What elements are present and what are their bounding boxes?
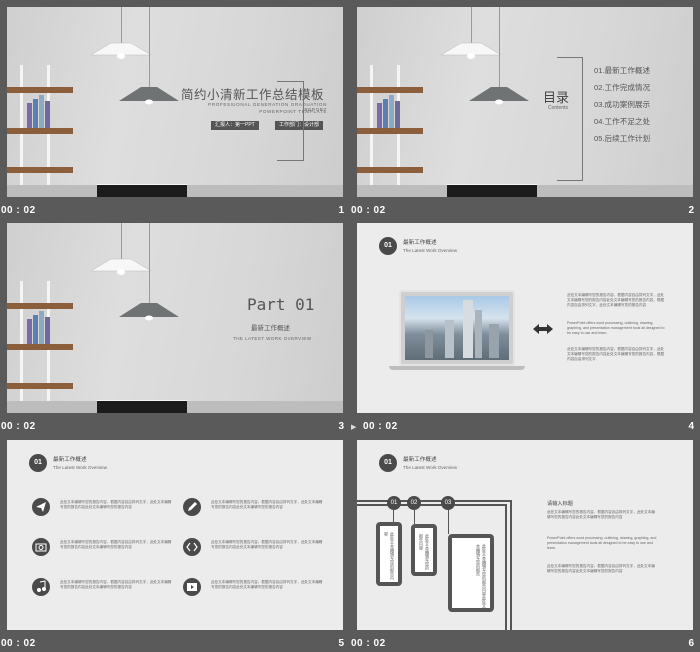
section-title: 最新工作概述: [53, 457, 87, 463]
body-paragraph-1: 此处文本编辑写您的报告内容，根据内容自由排列文字，此处文本编辑写您的报告内容此处…: [567, 293, 665, 308]
camera-icon: [32, 538, 50, 556]
music-note-icon: [32, 578, 50, 596]
section-subtitle: The Latest Work Overview: [403, 248, 458, 253]
feature-text-5: 此处文本编辑写您的报告内容，根据内容自由排列文字，此处文本编辑写您的报告内容此处…: [60, 580, 172, 590]
slide-timing: 00 : 02: [351, 205, 386, 216]
lamp-white-icon: [440, 42, 502, 59]
section-title: 最新工作概述: [403, 240, 437, 246]
reporter-tag: 汇报人：第一PPT: [211, 121, 259, 130]
feature-text-3: 此处文本编辑写您的报告内容，根据内容自由排列文字，此处文本编辑写您的报告内容此处…: [60, 540, 172, 550]
slide-timing: 00 : 02: [1, 205, 36, 216]
slide-1-footer: 00 : 02 1: [1, 205, 344, 219]
toc-bracket: [557, 57, 583, 181]
lamp-grey-icon: [469, 87, 529, 105]
slide-4-canvas: 01 最新工作概述 The Latest Work Overview 此处文本编…: [357, 223, 693, 413]
section-subtitle: The Latest Work Overview: [53, 465, 108, 470]
timeline-line: [357, 500, 511, 502]
phone-card-3-text: 此处文本编辑写您的报告内容此处文本编辑写您的报告: [476, 544, 487, 608]
slide-5-footer: 00 : 02 5: [1, 638, 344, 652]
slide-timing: 00 : 02: [1, 638, 36, 649]
double-arrow-icon: [533, 324, 553, 334]
city-photo: [405, 296, 509, 360]
side-paragraph-1: 此处文本编辑写您的报告内容，根据内容自由排列文字，此处文本编辑写您的报告内容此处…: [547, 510, 655, 520]
part-en: THE LATEST WORK OVERVIEW: [233, 336, 312, 341]
toc-item-2: 02.工作完成情况: [594, 83, 651, 92]
slide-5-canvas: 01 最新工作概述 The Latest Work Overview 此处文本编…: [7, 440, 343, 630]
lamp-grey-icon: [119, 87, 179, 105]
side-paragraph-3: 此处文本编辑写您的报告内容，根据内容自由排列文字，此处文本编辑写您的报告内容此处…: [547, 564, 655, 574]
section-badge: 01: [29, 454, 47, 472]
cover-subtitle-2: POWERPOINT TEMPLATE: [259, 109, 327, 114]
film-icon: [183, 578, 201, 596]
part-cn: 最新工作概述: [251, 325, 290, 332]
slide-number: 1: [338, 205, 344, 216]
slide-timing: 00 : 02: [351, 638, 386, 649]
slide-number: 3: [338, 421, 344, 432]
slide-number: 6: [688, 638, 694, 649]
code-icon: [183, 538, 201, 556]
pen-icon: [183, 498, 201, 516]
timeline-line: [510, 500, 512, 630]
part-title: Part 01: [247, 295, 315, 314]
section-subtitle: The Latest Work Overview: [403, 465, 458, 470]
step-badge-1: 01: [387, 496, 401, 510]
play-icon: ▶: [351, 424, 357, 431]
section-badge: 01: [379, 237, 397, 255]
slide-2-canvas: 目录 Contents 01.最新工作概述 02.工作完成情况 03.成功案例展…: [357, 7, 693, 197]
body-paragraph-3: 此处文本编辑写您的报告内容，根据内容自由排列文字，此处文本编辑写您的报告内容此处…: [567, 347, 665, 362]
slide-6-footer: 00 : 02 6: [351, 638, 694, 652]
slide-2-footer: 00 : 02 2: [351, 205, 694, 219]
slide-timing: 00 : 02: [1, 421, 36, 432]
step-badge-3: 03: [441, 496, 455, 510]
side-paragraph-2: PowerPoint offers word processing, outli…: [547, 536, 657, 551]
section-title: 最新工作概述: [403, 457, 437, 463]
room-photo: [7, 223, 343, 413]
slide-number: 4: [688, 421, 694, 432]
paper-plane-icon: [32, 498, 50, 516]
laptop-base: [389, 366, 525, 370]
timeline-line: [505, 504, 507, 630]
slide-timing: 00 : 02: [363, 421, 398, 432]
phone-card-1-text: 此处文本编辑写您的报告内容: [384, 532, 395, 580]
slide-3-canvas: Part 01 最新工作概述 THE LATEST WORK OVERVIEW: [7, 223, 343, 413]
side-title: 请输入标题: [547, 501, 573, 507]
phone-card-2: 此处文本编辑写您的报告内容: [411, 524, 437, 576]
phone-card-3: 此处文本编辑写您的报告内容此处文本编辑写您的报告: [448, 534, 494, 612]
slide-3-footer: 00 : 02 3: [1, 421, 344, 435]
slide-number: 2: [688, 205, 694, 216]
feature-text-1: 此处文本编辑写您的报告内容，根据内容自由排列文字，此处文本编辑写您的报告内容此处…: [60, 500, 172, 510]
phone-card-2-text: 此处文本编辑写您的报告内容: [419, 534, 430, 570]
lamp-white-icon: [90, 258, 152, 275]
toc-item-5: 05.后续工作计划: [594, 134, 651, 143]
toc-item-4: 04.工作不足之处: [594, 117, 651, 126]
feature-text-2: 此处文本编辑写您的报告内容，根据内容自由排列文字，此处文本编辑写您的报告内容此处…: [211, 500, 323, 510]
lamp-white-icon: [90, 42, 152, 59]
laptop-screen: [399, 290, 515, 366]
phone-card-1: 此处文本编辑写您的报告内容: [376, 522, 402, 586]
toc-item-1: 01.最新工作概述: [594, 66, 651, 75]
feature-text-6: 此处文本编辑写您的报告内容，根据内容自由排列文字，此处文本编辑写您的报告内容此处…: [211, 580, 323, 590]
section-badge: 01: [379, 454, 397, 472]
slide-1-canvas: 简约小清新工作总结模板 PROFESSIONAL GENERATION GRAD…: [7, 7, 343, 197]
feature-text-4: 此处文本编辑写您的报告内容，根据内容自由排列文字，此处文本编辑写您的报告内容此处…: [211, 540, 323, 550]
slide-6-canvas: 01 最新工作概述 The Latest Work Overview 01 02…: [357, 440, 693, 630]
timeline-line: [357, 504, 507, 506]
body-paragraph-2: PowerPoint offers word processing, outli…: [567, 321, 665, 336]
step-badge-2: 02: [407, 496, 421, 510]
lamp-grey-icon: [119, 303, 179, 321]
slide-4-footer: ▶ 00 : 02 4: [351, 421, 694, 435]
title-bracket: [277, 81, 304, 161]
slide-number: 5: [338, 638, 344, 649]
toc-item-3: 03.成功案例展示: [594, 100, 651, 109]
